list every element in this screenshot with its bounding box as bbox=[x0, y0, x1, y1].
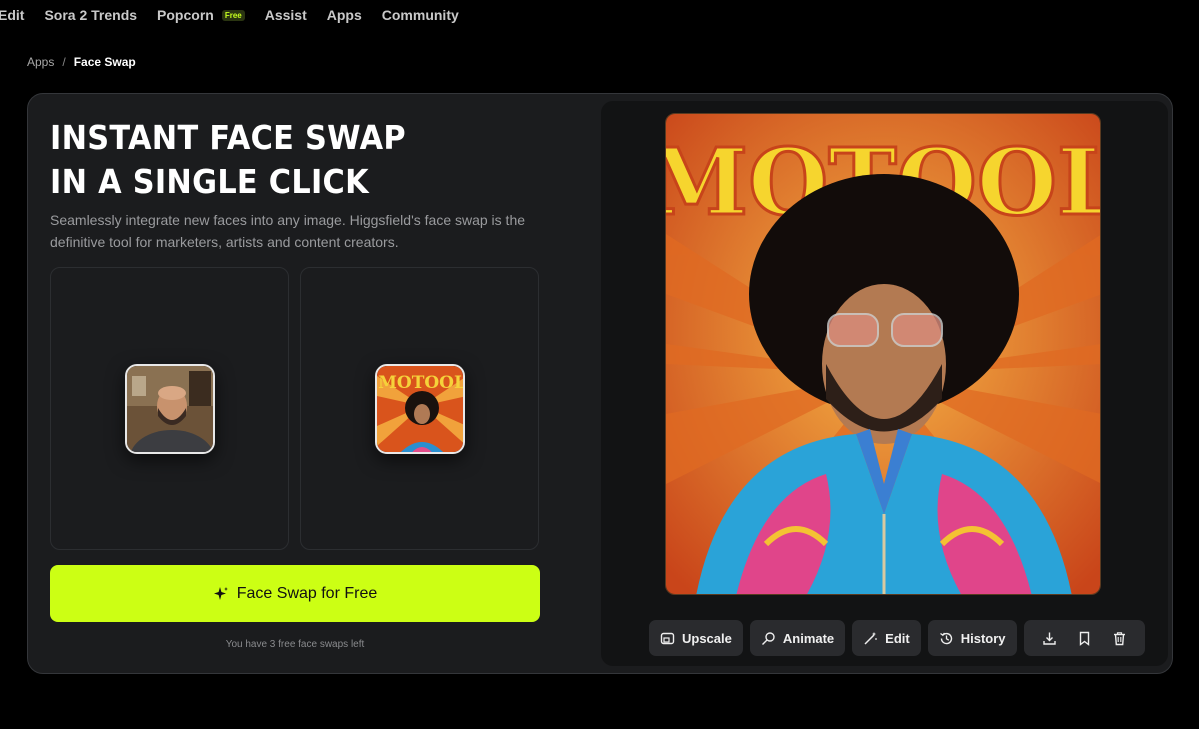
nav-item-sora-trends[interactable]: Sora 2 Trends bbox=[44, 7, 137, 23]
history-icon bbox=[939, 632, 952, 644]
nav-item-label: Sora 2 Trends bbox=[44, 7, 138, 23]
upscale-button[interactable]: Upscale bbox=[649, 620, 743, 656]
bookmark-icon bbox=[1079, 631, 1089, 646]
sparkle-icon bbox=[213, 586, 228, 600]
nav-item-label: Edit bbox=[0, 7, 25, 23]
face-photo-thumbnail[interactable] bbox=[124, 363, 215, 454]
breadcrumb: Apps / Face Swap bbox=[27, 55, 136, 69]
poster-text-small: MOTOOL bbox=[378, 373, 465, 393]
history-button[interactable]: History bbox=[927, 620, 1017, 656]
download-button[interactable] bbox=[1032, 620, 1067, 656]
animate-label: Animate bbox=[782, 630, 835, 646]
animate-icon bbox=[761, 631, 775, 645]
trash-icon bbox=[1113, 631, 1125, 645]
delete-button[interactable] bbox=[1102, 620, 1137, 656]
nav-item-label: Popcorn bbox=[157, 7, 214, 23]
nav-item-apps[interactable]: Apps bbox=[327, 7, 362, 23]
file-actions-group bbox=[1023, 620, 1145, 656]
result-toolbar: Upscale Animate Edit History bbox=[649, 620, 1145, 656]
face-swap-card: INSTANT FACE SWAP IN A SINGLE CLICK Seam… bbox=[27, 93, 1173, 674]
nav-item-edit[interactable]: Edit bbox=[0, 7, 24, 23]
result-image: MOTOOL bbox=[665, 113, 1101, 595]
nav-item-label: Assist bbox=[264, 7, 307, 23]
breadcrumb-apps-link[interactable]: Apps bbox=[27, 55, 54, 69]
nav-item-label: Apps bbox=[326, 7, 362, 23]
title-line-2: IN A SINGLE CLICK bbox=[50, 162, 369, 201]
result-preview-panel: MOTOOL Upscale Anim bbox=[601, 101, 1168, 666]
title-line-1: INSTANT FACE SWAP bbox=[50, 118, 406, 157]
result-poster-art: MOTOOL bbox=[666, 114, 1100, 594]
face-photo-image bbox=[126, 365, 213, 452]
target-poster-image: MOTOOL bbox=[376, 365, 465, 452]
nav-item-community[interactable]: Community bbox=[382, 7, 459, 23]
target-poster-thumbnail[interactable]: MOTOOL bbox=[374, 363, 465, 454]
page-description: Seamlessly integrate new faces into any … bbox=[50, 212, 526, 250]
page-title: INSTANT FACE SWAP IN A SINGLE CLICK bbox=[50, 116, 406, 204]
bookmark-button[interactable] bbox=[1067, 620, 1102, 656]
breadcrumb-current: Face Swap bbox=[73, 55, 136, 69]
target-image-slot[interactable]: MOTOOL bbox=[300, 267, 539, 550]
history-label: History bbox=[960, 630, 1006, 646]
nav-item-label: Community bbox=[381, 7, 459, 23]
animate-button[interactable]: Animate bbox=[749, 620, 846, 656]
edit-button[interactable]: Edit bbox=[852, 620, 921, 656]
nav-item-popcorn[interactable]: Popcorn Free bbox=[157, 7, 245, 23]
upscale-label: Upscale bbox=[682, 630, 732, 646]
breadcrumb-separator: / bbox=[62, 55, 66, 69]
magic-wand-icon bbox=[864, 631, 878, 645]
face-upload-slot[interactable] bbox=[50, 267, 289, 550]
free-badge: Free bbox=[221, 9, 245, 21]
top-nav: Edit Sora 2 Trends Popcorn Free Assist Ap… bbox=[0, 0, 479, 30]
face-swap-button-label: Face Swap for Free bbox=[236, 584, 378, 602]
free-swaps-remaining: You have 3 free face swaps left bbox=[225, 639, 365, 650]
nav-item-assist[interactable]: Assist bbox=[265, 7, 307, 23]
face-swap-button[interactable]: Face Swap for Free bbox=[50, 565, 540, 622]
edit-label: Edit bbox=[885, 630, 910, 646]
upscale-icon bbox=[660, 632, 675, 644]
download-icon bbox=[1042, 632, 1056, 645]
